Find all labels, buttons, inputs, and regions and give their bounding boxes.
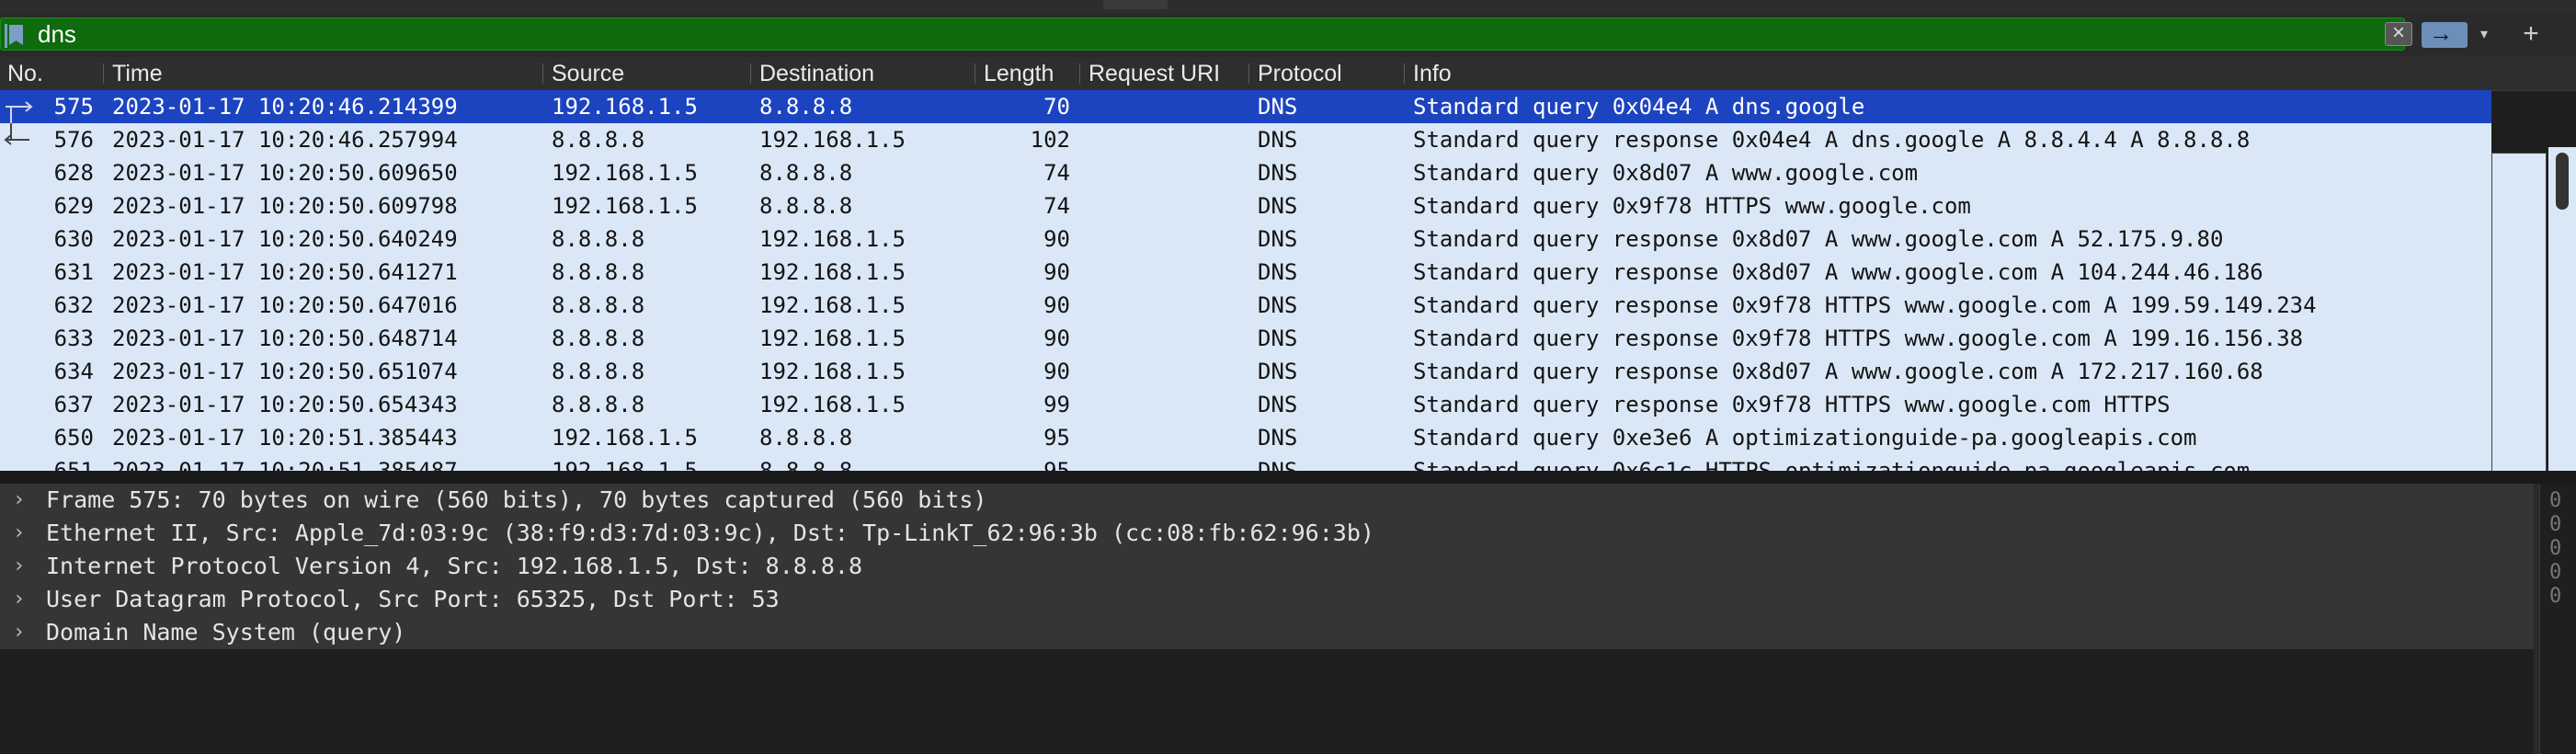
detail-tree-label: User Datagram Protocol, Src Port: 65325,… xyxy=(46,586,780,612)
packet-info: Standard query response 0x8d07 A www.goo… xyxy=(1413,359,2263,384)
packet-length: 90 xyxy=(1043,259,1070,285)
packet-info: Standard query 0x04e4 A dns.google xyxy=(1413,94,1865,120)
chevron-right-icon[interactable]: › xyxy=(13,517,31,550)
scrollbar-thumb[interactable] xyxy=(2556,153,2569,210)
packet-length: 102 xyxy=(1030,127,1070,153)
column-header-info[interactable]: Info xyxy=(1413,57,1452,90)
packet-length: 95 xyxy=(1043,458,1070,471)
detail-tree-item[interactable]: › Internet Protocol Version 4, Src: 192.1… xyxy=(0,550,2534,583)
column-header-source[interactable]: Source xyxy=(552,57,624,90)
apply-filter-button[interactable]: → xyxy=(2422,19,2468,48)
related-packet-icon xyxy=(6,101,33,123)
packet-info: Standard query response 0x9f78 HTTPS www… xyxy=(1413,392,2171,417)
display-filter-input[interactable]: dns xyxy=(0,17,2405,51)
packet-minimap[interactable] xyxy=(2491,153,2547,471)
packet-list-header: No. Time Source Destination Length Reque… xyxy=(0,57,2576,91)
packet-protocol: DNS xyxy=(1258,226,1298,252)
packet-protocol: DNS xyxy=(1258,259,1298,285)
add-filter-button[interactable]: + xyxy=(2517,20,2545,49)
packet-protocol: DNS xyxy=(1258,127,1298,153)
detail-tree-item[interactable]: › Ethernet II, Src: Apple_7d:03:9c (38:f9… xyxy=(0,517,2534,550)
packet-length: 74 xyxy=(1043,193,1070,219)
packet-length: 70 xyxy=(1043,94,1070,120)
packet-row[interactable]: 633 2023-01-17 10:20:50.648714 8.8.8.8 192.… xyxy=(0,322,2491,355)
arrow-right-icon: → xyxy=(2429,19,2453,47)
packet-length: 95 xyxy=(1043,425,1070,451)
related-packet-icon xyxy=(4,123,29,145)
detail-tree-label: Internet Protocol Version 4, Src: 192.16… xyxy=(46,553,863,579)
window-top-strip xyxy=(0,0,2576,13)
detail-tree-label: Ethernet II, Src: Apple_7d:03:9c (38:f9:… xyxy=(46,520,1374,546)
packet-length: 90 xyxy=(1043,326,1070,351)
packet-info: Standard query response 0x8d07 A www.goo… xyxy=(1413,259,2263,285)
chevron-right-icon[interactable]: › xyxy=(13,583,31,616)
packet-row[interactable]: 575 2023-01-17 10:20:46.214399 192.168.1.5… xyxy=(0,90,2491,123)
packet-row[interactable]: 650 2023-01-17 10:20:51.385443 192.168.1.5… xyxy=(0,421,2491,454)
packet-list-pane: No. Time Source Destination Length Reque… xyxy=(0,57,2576,471)
column-header-request-uri[interactable]: Request URI xyxy=(1089,57,1220,90)
packet-row[interactable]: 632 2023-01-17 10:20:50.647016 8.8.8.8 192.… xyxy=(0,289,2491,322)
column-header-no[interactable]: No. xyxy=(7,57,43,90)
packet-protocol: DNS xyxy=(1258,193,1298,219)
display-filter-value[interactable]: dns xyxy=(38,18,76,51)
packet-info: Standard query 0x6c1c HTTPS optimization… xyxy=(1413,458,2251,471)
packet-bytes-pane: 0 0 0 0 0 xyxy=(2539,484,2576,754)
packet-protocol: DNS xyxy=(1258,392,1298,417)
packet-info: Standard query 0x8d07 A www.google.com xyxy=(1413,160,1919,186)
column-header-destination[interactable]: Destination xyxy=(759,57,874,90)
chevron-right-icon[interactable]: › xyxy=(13,550,31,583)
packet-row[interactable]: 637 2023-01-17 10:20:50.654343 8.8.8.8 192.… xyxy=(0,388,2491,421)
detail-tree-item[interactable]: › Domain Name System (query) xyxy=(0,616,2534,649)
detail-tree-item[interactable]: › Frame 575: 70 bytes on wire (560 bits),… xyxy=(0,484,2534,517)
pane-splitter[interactable] xyxy=(0,471,2576,484)
clear-icon: × xyxy=(2391,20,2405,45)
clear-filter-button[interactable]: × xyxy=(2385,20,2414,48)
packet-length: 74 xyxy=(1043,160,1070,186)
packet-length: 90 xyxy=(1043,226,1070,252)
packet-protocol: DNS xyxy=(1258,326,1298,351)
detail-tree-item[interactable]: › User Datagram Protocol, Src Port: 65325… xyxy=(0,583,2534,616)
packet-length: 99 xyxy=(1043,392,1070,417)
packet-info: Standard query response 0x8d07 A www.goo… xyxy=(1413,226,2224,252)
packet-details-pane: › Frame 575: 70 bytes on wire (560 bits),… xyxy=(0,484,2534,754)
packet-row[interactable]: 628 2023-01-17 10:20:50.609650 192.168.1.5… xyxy=(0,156,2491,189)
packet-info: Standard query 0x9f78 HTTPS www.google.c… xyxy=(1413,193,1971,219)
tab-hint xyxy=(1103,0,1168,9)
packet-protocol: DNS xyxy=(1258,359,1298,384)
packet-info: Standard query response 0x9f78 HTTPS www… xyxy=(1413,292,2317,318)
packet-row[interactable]: 651 2023-01-17 10:20:51.385487 192.168.1.5… xyxy=(0,454,2491,471)
packet-protocol: DNS xyxy=(1258,425,1298,451)
packet-length: 90 xyxy=(1043,292,1070,318)
packet-protocol: DNS xyxy=(1258,292,1298,318)
packet-protocol: DNS xyxy=(1258,160,1298,186)
packet-row[interactable]: 634 2023-01-17 10:20:50.651074 8.8.8.8 192.… xyxy=(0,355,2491,388)
display-filter-toolbar: dns × → ▾ + xyxy=(0,16,2576,54)
packet-row[interactable]: 629 2023-01-17 10:20:50.609798 192.168.1.5… xyxy=(0,189,2491,223)
packet-row[interactable]: 576 2023-01-17 10:20:46.257994 8.8.8.8 192.… xyxy=(0,123,2491,156)
column-header-length[interactable]: Length xyxy=(984,57,1054,90)
packet-length: 90 xyxy=(1043,359,1070,384)
packet-protocol: DNS xyxy=(1258,94,1298,120)
packet-row[interactable]: 631 2023-01-17 10:20:50.641271 8.8.8.8 192.… xyxy=(0,256,2491,289)
chevron-right-icon[interactable]: › xyxy=(13,616,31,649)
packet-list-vertical-scrollbar[interactable] xyxy=(2548,147,2576,471)
packet-protocol: DNS xyxy=(1258,458,1298,471)
chevron-right-icon[interactable]: › xyxy=(13,484,31,517)
detail-tree-label: Domain Name System (query) xyxy=(46,619,406,645)
chevron-down-icon[interactable]: ▾ xyxy=(2473,23,2495,47)
packet-row[interactable]: 630 2023-01-17 10:20:50.640249 8.8.8.8 192.… xyxy=(0,223,2491,256)
column-header-protocol[interactable]: Protocol xyxy=(1258,57,1342,90)
packet-info: Standard query response 0x04e4 A dns.goo… xyxy=(1413,127,2251,153)
bookmark-icon[interactable] xyxy=(5,22,28,48)
column-header-time[interactable]: Time xyxy=(112,57,163,90)
packet-info: Standard query response 0x9f78 HTTPS www… xyxy=(1413,326,2304,351)
detail-tree-label: Frame 575: 70 bytes on wire (560 bits), … xyxy=(46,486,987,513)
packet-info: Standard query 0xe3e6 A optimizationguid… xyxy=(1413,425,2197,451)
